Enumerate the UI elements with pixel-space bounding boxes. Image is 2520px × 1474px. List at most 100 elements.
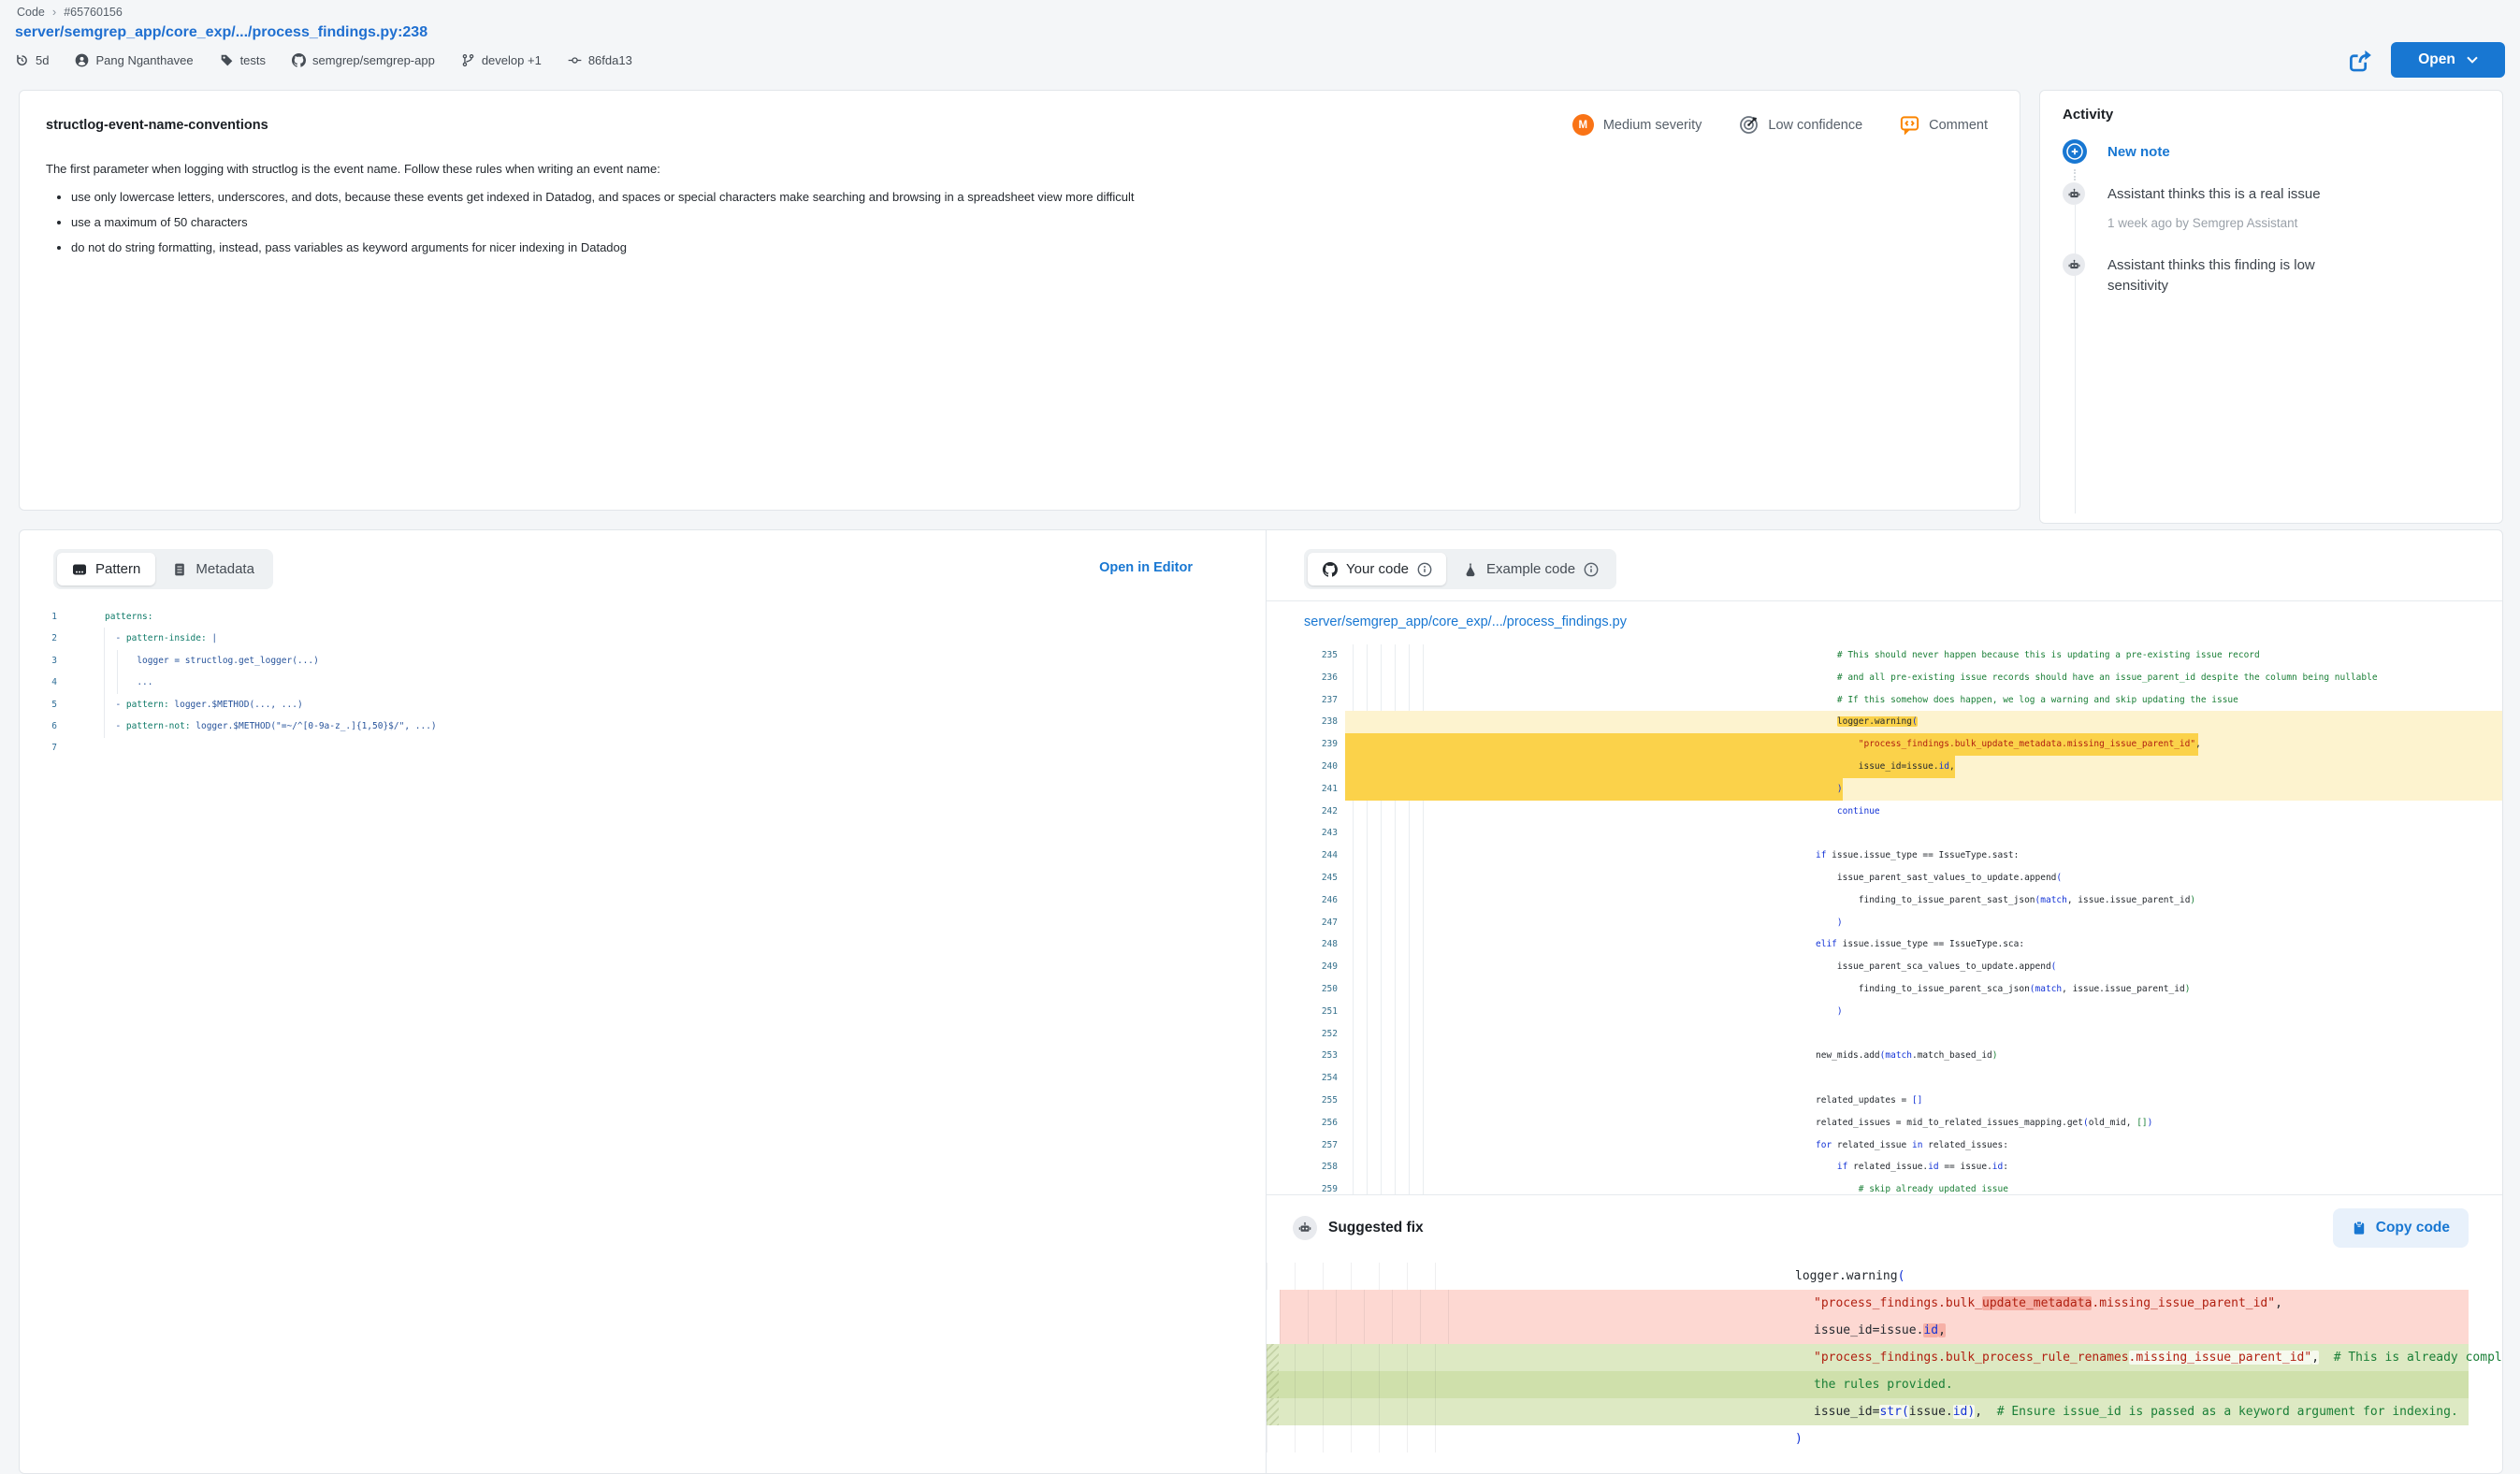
diff-line-del: "process_findings.bulk_update_metadata.m… (1267, 1290, 2469, 1317)
code-line: 255related_updates = [] (1267, 1090, 2503, 1112)
file-path-link[interactable]: server/semgrep_app/core_exp/.../process_… (1304, 614, 1627, 629)
code-line: 244if issue.issue_type == IssueType.sast… (1267, 845, 2503, 867)
robot-icon (1293, 1216, 1317, 1240)
diff-line-ctx: logger.warning( (1267, 1263, 2469, 1290)
finding-card: structlog-event-name-conventions M Mediu… (19, 90, 2020, 511)
indent-guide (104, 628, 105, 738)
diff-line-del: issue_id=issue.id, (1267, 1317, 2469, 1344)
code-line: 245 issue_parent_sast_values_to_update.a… (1267, 867, 2503, 889)
finding-description: The first parameter when logging with st… (46, 160, 1993, 179)
tag-icon (220, 53, 234, 67)
code-line: 238 logger.warning( (1267, 711, 2503, 733)
code-line: 1patterns: (20, 606, 1266, 628)
diff-line-add: issue_id=str(issue.id), # Ensure issue_i… (1267, 1398, 2469, 1425)
activity-event-text: Assistant thinks this is a real issue (2107, 184, 2388, 205)
your-code[interactable]: 235 # This should never happen because t… (1267, 641, 2503, 1194)
new-note-link[interactable]: New note (2107, 142, 2388, 163)
pattern-pane: Pattern Metadata Open in Editor 1pattern… (20, 530, 1266, 1473)
finding-meta-row: 5d Pang Nganthavee tests semgrep/semgrep… (15, 53, 632, 67)
robot-icon (2063, 253, 2085, 276)
meta-tag: tests (220, 53, 266, 67)
code-line: 243 (1267, 822, 2503, 845)
tab-example-code[interactable]: Example code (1448, 553, 1613, 585)
code-line: 7 (20, 737, 1266, 759)
code-line: 5 - pattern: logger.$METHOD(..., ...) (20, 694, 1266, 715)
open-in-editor-link[interactable]: Open in Editor (1099, 560, 1193, 575)
code-section: Pattern Metadata Open in Editor 1pattern… (19, 529, 2503, 1474)
code-line: 2 - pattern-inside: | (20, 628, 1266, 649)
meta-commit[interactable]: 86fda13 (568, 53, 632, 67)
description-bullet: use only lowercase letters, underscores,… (71, 188, 1993, 207)
activity-title: Activity (2063, 107, 2113, 123)
code-line: 4 ... (20, 672, 1266, 693)
share-icon (2346, 47, 2368, 75)
rule-name: structlog-event-name-conventions (46, 118, 268, 133)
tab-your-code[interactable]: Your code (1308, 553, 1446, 585)
meta-repo[interactable]: semgrep/semgrep-app (292, 53, 435, 67)
suggested-fix-diff: logger.warning("process_findings.bulk_up… (1267, 1263, 2503, 1452)
code-line: 254 (1267, 1067, 2503, 1090)
flask-icon (1463, 562, 1478, 577)
info-icon[interactable] (1417, 562, 1431, 576)
timeline-line (2075, 205, 2076, 513)
activity-panel: Activity New note Assistant thinks this … (2039, 90, 2503, 524)
page-title[interactable]: server/semgrep_app/core_exp/.../process_… (15, 24, 427, 41)
github-icon (1323, 562, 1338, 577)
meta-age: 5d (15, 53, 49, 67)
tab-metadata[interactable]: Metadata (157, 553, 269, 585)
github-icon (292, 53, 306, 67)
breadcrumb-root[interactable]: Code (17, 6, 45, 19)
comment-icon (1900, 115, 1919, 135)
code-line: 241 ) (1267, 778, 2503, 801)
breadcrumb: Code › #65760156 (17, 5, 123, 19)
description-bullet: use a maximum of 50 characters (71, 213, 1993, 232)
description-bullet: do not do string formatting, instead, pa… (71, 238, 1993, 257)
code-line: 6 - pattern-not: logger.$METHOD("=~/^[0-… (20, 715, 1266, 737)
commit-icon (568, 53, 582, 67)
activity-event-text: Assistant thinks this finding is low sen… (2107, 255, 2374, 296)
code-line: 253new_mids.add(match.match_based_id) (1267, 1045, 2503, 1067)
info-icon[interactable] (1584, 562, 1598, 576)
target-icon (1739, 115, 1759, 135)
code-line: 251 ) (1267, 1001, 2503, 1023)
pattern-tab-bar: Pattern Metadata (53, 549, 273, 589)
code-line: 235 # This should never happen because t… (1267, 644, 2503, 667)
timeline-dotted-line (2074, 169, 2076, 181)
code-line: 258 if related_issue.id == issue.id: (1267, 1156, 2503, 1178)
code-pane: Your code Example code server/semgrep_ap… (1266, 530, 2503, 1473)
clipboard-icon (2352, 1221, 2367, 1236)
code-line: 256related_issues = mid_to_related_issue… (1267, 1112, 2503, 1134)
pattern-code: 1patterns:2 - pattern-inside: |3 logger … (20, 606, 1266, 759)
code-line: 252 (1267, 1023, 2503, 1046)
copy-code-button[interactable]: Copy code (2333, 1208, 2469, 1248)
confidence-badge: Low confidence (1739, 115, 1862, 135)
branch-icon (461, 53, 475, 67)
pattern-icon (72, 562, 87, 577)
your-code-lines: 235 # This should never happen because t… (1267, 644, 2503, 1194)
severity-badge: M Medium severity (1572, 114, 1702, 136)
diff-line-add: "process_findings.bulk_process_rule_rena… (1267, 1344, 2469, 1371)
comment-mode-badge[interactable]: Comment (1900, 115, 1988, 135)
chevron-right-icon: › (52, 5, 56, 19)
code-line: 246 finding_to_issue_parent_sast_json(ma… (1267, 889, 2503, 912)
new-note-icon[interactable] (2063, 139, 2087, 164)
tab-pattern[interactable]: Pattern (57, 553, 155, 585)
user-icon (75, 53, 89, 67)
code-line: 257for related_issue in related_issues: (1267, 1134, 2503, 1157)
diff-line-ctx: ) (1267, 1425, 2469, 1452)
share-button[interactable] (2340, 44, 2374, 78)
code-line: 259 # skip already updated issue (1267, 1178, 2503, 1194)
finding-bullet-list: use only lowercase letters, underscores,… (46, 188, 1993, 257)
breadcrumb-current: #65760156 (64, 6, 123, 19)
code-line: 237 # If this somehow does happen, we lo… (1267, 689, 2503, 712)
code-line: 249 issue_parent_sca_values_to_update.ap… (1267, 956, 2503, 978)
code-line: 247 ) (1267, 912, 2503, 934)
code-line: 242 continue (1267, 801, 2503, 823)
suggested-fix-title: Suggested fix (1328, 1220, 1424, 1236)
robot-icon (2063, 182, 2085, 205)
open-button[interactable]: Open (2391, 42, 2505, 78)
meta-branch[interactable]: develop +1 (461, 53, 542, 67)
code-line: 236 # and all pre-existing issue records… (1267, 667, 2503, 689)
history-icon (15, 53, 29, 67)
code-line: 248elif issue.issue_type == IssueType.sc… (1267, 933, 2503, 956)
